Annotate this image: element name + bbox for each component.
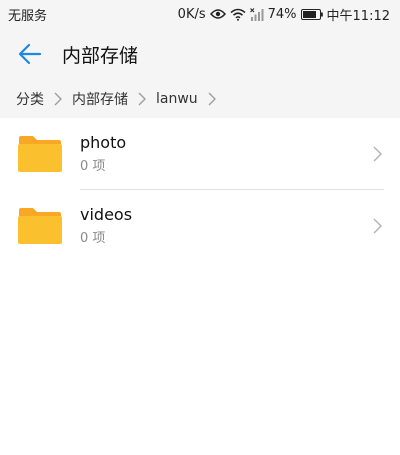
folder-name: photo <box>80 133 127 152</box>
folder-icon <box>18 208 62 244</box>
app-bar: 内部存储 <box>0 28 400 80</box>
wifi-icon <box>230 8 246 21</box>
breadcrumb-item-category[interactable]: 分类 <box>16 89 44 109</box>
page-title: 内部存储 <box>62 44 139 67</box>
breadcrumb-item-internal-storage[interactable]: 内部存储 <box>72 89 128 109</box>
status-indicators: 0K/s 74% 中午11:12 <box>178 5 390 24</box>
item-count: 0 项 <box>80 231 106 246</box>
back-button[interactable] <box>8 32 52 76</box>
back-arrow-icon <box>18 43 42 65</box>
list-item-videos[interactable]: videos 0 项 <box>0 190 400 262</box>
battery-text: 74% <box>267 6 297 22</box>
chevron-right-icon <box>208 92 216 106</box>
chevron-right-icon <box>54 92 62 106</box>
chevron-right-icon <box>373 146 382 162</box>
status-bar: 无服务 0K/s 74% 中午11:12 <box>0 0 400 28</box>
folder-name: videos <box>80 205 133 224</box>
chevron-right-icon <box>138 92 146 106</box>
carrier-text: 无服务 <box>8 8 48 24</box>
eye-icon <box>209 8 226 20</box>
folder-icon <box>18 136 62 172</box>
battery-icon <box>300 8 323 20</box>
file-list: photo 0 项 videos 0 项 <box>0 118 400 262</box>
signal-icon <box>249 7 264 21</box>
net-speed: 0K/s <box>177 6 206 22</box>
item-count: 0 项 <box>80 159 106 174</box>
breadcrumb: 分类 内部存储 lanwu <box>0 80 400 118</box>
clock-text: 中午11:12 <box>326 8 390 24</box>
breadcrumb-item-lanwu[interactable]: lanwu <box>156 91 198 107</box>
list-item-photo[interactable]: photo 0 项 <box>0 118 400 190</box>
chevron-right-icon <box>373 218 382 234</box>
